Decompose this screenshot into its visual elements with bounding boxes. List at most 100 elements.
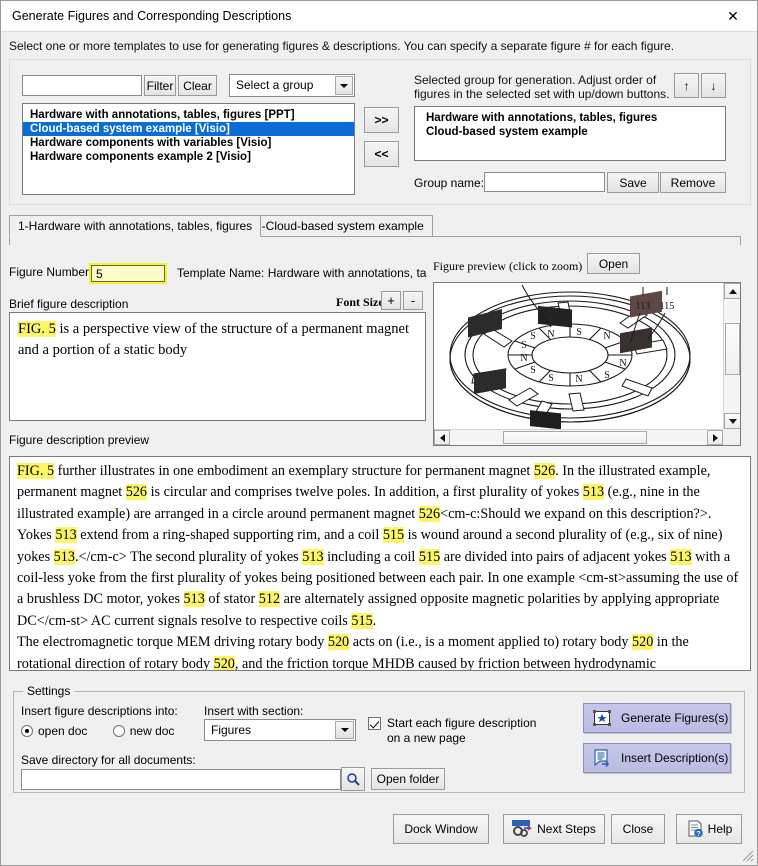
group-name-input[interactable]: [484, 172, 605, 192]
reference-highlight: 526: [533, 463, 556, 479]
font-increase-button[interactable]: +: [381, 291, 401, 310]
template-name-text: Template Name: Hardware with annotations…: [177, 266, 427, 280]
remove-group-button[interactable]: Remove: [660, 172, 726, 193]
radio-open-doc-label: open doc: [38, 724, 88, 738]
section-select-dropdown[interactable]: Figures: [204, 719, 356, 741]
open-folder-button[interactable]: Open folder: [371, 768, 445, 790]
dock-window-button[interactable]: Dock Window: [393, 814, 489, 844]
checkbox-new-page[interactable]: [368, 717, 381, 730]
next-steps-label: Next Steps: [537, 822, 596, 836]
generate-figures-button[interactable]: Generate Figures(s): [583, 703, 731, 733]
close-icon[interactable]: ✕: [711, 1, 755, 31]
tab-figure-2[interactable]: 2-Cloud-based system example: [246, 215, 433, 237]
reference-highlight: 513: [582, 484, 605, 501]
description-preview-label: Figure description preview: [9, 433, 150, 447]
insert-descriptions-label: Insert Description(s): [621, 751, 729, 765]
radio-open-doc[interactable]: open doc: [21, 724, 87, 738]
scroll-thumb-horizontal[interactable]: [503, 431, 647, 444]
figure-number-input[interactable]: [91, 265, 165, 282]
scrollbar-corner: [723, 429, 740, 445]
checkbox-label-line2: on a new page: [387, 731, 466, 745]
checkbox-new-page-label: Start each figure description on a new p…: [387, 716, 536, 746]
close-button[interactable]: Close: [611, 814, 665, 844]
tab-panel: [9, 237, 741, 245]
filter-button[interactable]: Filter: [144, 75, 176, 96]
save-group-button[interactable]: Save: [607, 172, 659, 193]
svg-text:S: S: [576, 327, 582, 338]
svg-text:S: S: [530, 331, 536, 342]
new-page-checkbox-row[interactable]: Start each figure description on a new p…: [368, 716, 536, 746]
scroll-down-button[interactable]: [724, 413, 740, 429]
magnifier-icon: [346, 772, 360, 786]
description-preview-textarea[interactable]: FIG. 5 further illustrates in one embodi…: [9, 456, 751, 671]
add-to-group-button[interactable]: >>: [364, 107, 399, 133]
save-directory-input[interactable]: [21, 769, 341, 790]
callout-113: 113: [636, 301, 651, 312]
list-item[interactable]: Hardware with annotations, tables, figur…: [23, 108, 354, 122]
filter-input[interactable]: [22, 75, 142, 96]
list-item[interactable]: Hardware components with variables [Visi…: [23, 136, 354, 150]
scroll-right-button[interactable]: [707, 430, 723, 445]
svg-text:S: S: [530, 365, 536, 376]
figure-number-label: Figure Number:: [9, 265, 93, 279]
chevron-down-icon[interactable]: [335, 76, 353, 95]
selected-group-note: Selected group for generation. Adjust or…: [414, 73, 670, 101]
clear-button[interactable]: Clear: [178, 75, 217, 96]
next-steps-button[interactable]: Next Steps: [503, 814, 605, 844]
reference-highlight: 513: [53, 548, 75, 565]
figure-preview-frame[interactable]: N S N S N S N S S N S S: [433, 282, 741, 446]
reference-highlight: 513: [670, 548, 692, 565]
gears-arrow-icon: [512, 820, 537, 838]
reference-highlight: 513: [183, 591, 205, 608]
generate-figures-label: Generate Figures(s): [621, 711, 729, 725]
list-item[interactable]: Hardware components example 2 [Visio]: [23, 150, 354, 164]
selected-group-list[interactable]: Hardware with annotations, tables, figur…: [414, 106, 726, 161]
figure-number-field-highlight: [89, 263, 167, 284]
group-select-value: Select a group: [236, 78, 314, 92]
list-item[interactable]: Hardware with annotations, tables, figur…: [415, 111, 725, 125]
font-decrease-button[interactable]: -: [403, 291, 423, 310]
insert-descriptions-button[interactable]: Insert Description(s): [583, 743, 731, 773]
move-up-button[interactable]: ↑: [674, 73, 699, 98]
reference-highlight: 526: [125, 484, 148, 501]
scroll-left-button[interactable]: [434, 430, 450, 445]
chevron-down-icon[interactable]: [335, 721, 354, 739]
description-paragraph-1: FIG. 5 further illustrates in one embodi…: [17, 463, 739, 629]
browse-directory-button[interactable]: [341, 767, 365, 791]
resize-grip-icon[interactable]: [741, 849, 754, 862]
scroll-thumb-vertical[interactable]: [725, 323, 740, 375]
preview-horizontal-scrollbar[interactable]: [434, 429, 723, 445]
move-down-button[interactable]: ↓: [701, 73, 726, 98]
insert-with-section-label: Insert with section:: [204, 704, 304, 718]
brief-rest-text: is a perspective view of the structure o…: [18, 321, 409, 358]
brief-description-label: Brief figure description: [9, 297, 129, 311]
list-item[interactable]: Cloud-based system example: [415, 125, 725, 139]
reference-highlight: 520: [213, 655, 235, 671]
svg-text:N: N: [520, 353, 527, 364]
scroll-up-button[interactable]: [724, 283, 740, 299]
svg-text:N: N: [619, 358, 626, 369]
remove-from-group-button[interactable]: <<: [364, 141, 399, 167]
template-list[interactable]: Hardware with annotations, tables, figur…: [22, 103, 355, 195]
radio-new-doc[interactable]: new doc: [112, 724, 174, 738]
figure-frame-icon: [589, 708, 615, 728]
instructions-text: Select one or more templates to use for …: [9, 39, 675, 53]
figure-preview-image[interactable]: N S N S N S N S S N S S: [434, 283, 720, 429]
group-select-dropdown[interactable]: Select a group: [229, 74, 355, 97]
svg-text:N: N: [603, 331, 610, 342]
reference-highlight: 512: [258, 591, 281, 608]
figure-preview-label: Figure preview (click to zoom): [433, 259, 583, 273]
dialog-window: Generate Figures and Corresponding Descr…: [0, 0, 758, 866]
reference-highlight: 526: [418, 505, 441, 522]
reference-highlight: 515: [351, 612, 373, 629]
help-button[interactable]: ? Help: [676, 814, 742, 844]
tab-figure-1[interactable]: 1-Hardware with annotations, tables, fig…: [9, 215, 262, 237]
list-item[interactable]: Cloud-based system example [Visio]: [23, 122, 354, 136]
brief-description-textarea[interactable]: FIG. 5 is a perspective view of the stru…: [9, 312, 426, 421]
insert-target-radio-group: open doc new doc: [21, 724, 196, 740]
help-document-icon: ?: [686, 820, 708, 838]
svg-text:?: ?: [696, 831, 700, 838]
title-bar: Generate Figures and Corresponding Descr…: [1, 1, 757, 32]
open-button[interactable]: Open: [587, 253, 640, 274]
preview-vertical-scrollbar[interactable]: [723, 283, 740, 429]
